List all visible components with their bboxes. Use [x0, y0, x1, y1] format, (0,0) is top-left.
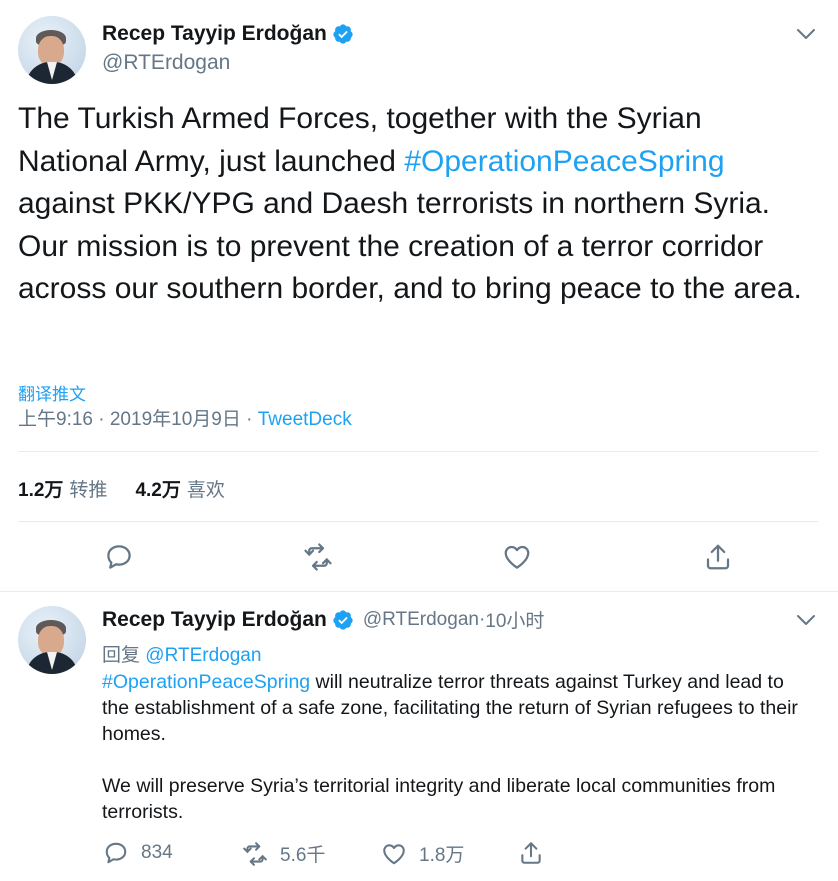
reply-paragraph: We will preserve Syria’s territorial int… [102, 775, 776, 823]
reply-icon[interactable] [104, 542, 134, 572]
likes-count: 4.2万 [135, 480, 181, 501]
chevron-down-icon[interactable] [796, 27, 816, 41]
share-icon [518, 840, 544, 866]
reply-author-display-name[interactable]: Recep Tayyip Erdoğan [102, 608, 327, 632]
reply-icon [103, 840, 129, 866]
share-action[interactable] [518, 840, 556, 866]
reply-action[interactable]: 834 [103, 840, 173, 866]
retweet-icon [242, 841, 268, 867]
divider [18, 451, 818, 452]
author-name-row[interactable]: Recep Tayyip Erdoğan [102, 22, 354, 46]
reply-author-handle[interactable]: @RTErdogan [363, 609, 479, 631]
stats-row: 1.2万 转推 4.2万 喜欢 [18, 475, 225, 502]
reply-author-row: Recep Tayyip Erdoğan @RTErdogan · 10小时 [102, 606, 544, 633]
retweet-action[interactable]: 5.6千 [242, 840, 325, 867]
tweet-text: The Turkish Armed Forces, together with … [18, 98, 818, 311]
divider [18, 521, 818, 522]
like-count: 1.8万 [419, 845, 465, 866]
retweets-label: 转推 [69, 480, 108, 501]
author-handle[interactable]: @RTErdogan [102, 51, 230, 75]
tweet-text-part: against PKK/YPG and Daesh terrorists in … [18, 187, 802, 305]
author-handle-row: @RTErdogan [102, 51, 230, 75]
like-icon[interactable] [502, 542, 532, 572]
replying-to-mention[interactable]: @RTErdogan [145, 645, 261, 666]
timestamp[interactable]: 上午9:16 · 2019年10月9日 · [18, 409, 258, 430]
verified-badge-icon [332, 23, 354, 45]
translate-tweet-link[interactable]: 翻译推文 [18, 380, 86, 405]
avatar[interactable] [18, 606, 86, 674]
likes-stat[interactable]: 4.2万 喜欢 [135, 480, 224, 501]
timestamp-row: 上午9:16 · 2019年10月9日 · TweetDeck [18, 404, 352, 431]
retweets-stat[interactable]: 1.2万 转推 [18, 480, 107, 501]
hashtag-link[interactable]: #OperationPeaceSpring [102, 671, 310, 693]
reply-count: 834 [141, 842, 173, 863]
retweets-count: 1.2万 [18, 480, 64, 501]
avatar[interactable] [18, 16, 86, 84]
share-icon[interactable] [703, 542, 733, 572]
reply-paragraph: #OperationPeaceSpring will neutralize te… [102, 669, 812, 747]
replying-to-label: 回复 [102, 645, 141, 666]
reply-time-ago[interactable]: 10小时 [485, 606, 544, 633]
verified-badge-icon [332, 609, 354, 631]
source-link[interactable]: TweetDeck [258, 409, 352, 430]
author-display-name[interactable]: Recep Tayyip Erdoğan [102, 22, 327, 46]
replying-to: 回复 @RTErdogan [102, 640, 261, 667]
hashtag-link[interactable]: #OperationPeaceSpring [404, 145, 724, 178]
reply-tweet-text: #OperationPeaceSpring will neutralize te… [102, 669, 812, 825]
chevron-down-icon[interactable] [796, 613, 816, 627]
retweet-icon[interactable] [303, 542, 333, 572]
like-icon [381, 841, 407, 867]
main-tweet: Recep Tayyip Erdoğan @RTErdogan The Turk… [0, 0, 838, 592]
like-action[interactable]: 1.8万 [381, 840, 464, 867]
likes-label: 喜欢 [186, 480, 225, 501]
retweet-count: 5.6千 [280, 845, 326, 866]
